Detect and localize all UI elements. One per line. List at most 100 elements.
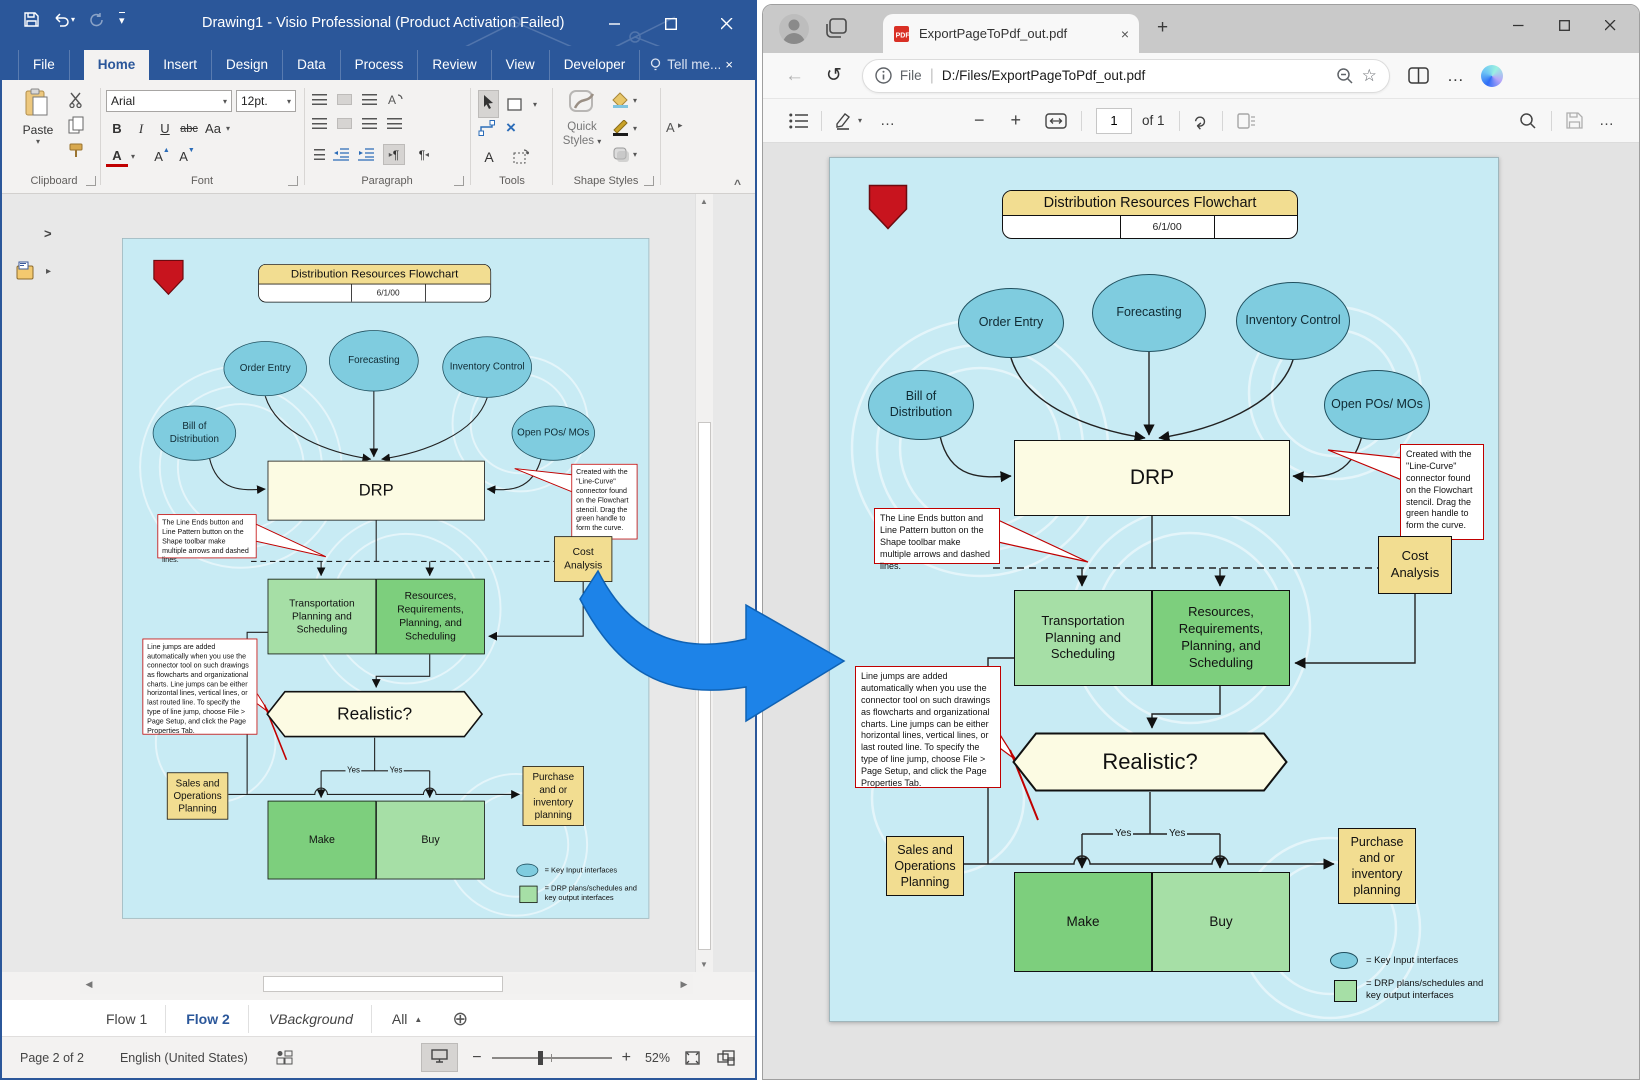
connector-tool-icon[interactable] [478,120,496,136]
quick-styles-button[interactable]: Quick Styles ▾ [556,88,608,149]
zoom-in-button[interactable]: + [622,1049,631,1067]
refresh-button[interactable]: ↻ [826,64,842,87]
favorite-star-icon[interactable]: ☆ [1362,66,1377,86]
shape-styles-dialog-launcher-icon[interactable] [644,176,654,186]
pdf-search-icon[interactable] [1519,112,1537,130]
flowchart-page[interactable]: Distribution Resources Flowchart 6/1/00 … [829,157,1499,1022]
profile-avatar[interactable] [779,14,809,44]
effects-button[interactable]: ▾ [612,146,637,162]
back-button[interactable]: ← [785,65,804,87]
undo-button[interactable]: ▾ [53,13,75,27]
font-dialog-launcher-icon[interactable] [288,176,298,186]
macro-record-icon[interactable] [276,1050,293,1065]
rectangle-tool-dropdown-icon[interactable]: ▾ [533,100,537,109]
expand-shapes-pane-icon[interactable]: > [44,226,52,241]
cut-icon[interactable] [68,92,86,108]
save-icon[interactable] [24,12,39,27]
font-size-dropdown-icon[interactable]: ▾ [287,97,291,106]
undo-dropdown-icon[interactable]: ▾ [71,15,75,24]
settings-menu-icon[interactable]: … [1447,66,1465,86]
page-tab-flow1[interactable]: Flow 1 [88,1005,166,1033]
split-screen-icon[interactable] [1408,67,1429,85]
toc-icon[interactable] [789,113,809,129]
paste-dropdown-icon[interactable]: ▾ [16,137,60,146]
increase-indent-icon[interactable] [358,148,375,161]
text-tool-button[interactable]: A [478,146,500,167]
change-case-button[interactable]: Aa [202,118,224,139]
clipboard-dialog-launcher-icon[interactable] [86,176,96,186]
page-number-input[interactable] [1096,108,1132,134]
pdf-menu-icon[interactable]: … [1599,112,1615,129]
page-view-icon[interactable] [1237,113,1256,129]
tab-data[interactable]: Data [283,50,341,80]
pdf-content-area[interactable]: Distribution Resources Flowchart 6/1/00 … [763,143,1639,1079]
minimize-button[interactable] [587,2,643,46]
zoom-page-icon[interactable] [1336,67,1354,85]
underline-button[interactable]: U [154,118,176,139]
highlight-pen-icon[interactable] [834,112,852,130]
stencil-expand-icon[interactable]: ▸ [46,266,51,277]
italic-button[interactable]: I [130,118,152,139]
pdf-more-tools-icon[interactable]: … [880,112,896,129]
paragraph-dialog-launcher-icon[interactable] [454,176,464,186]
bold-button[interactable]: B [106,118,128,139]
scroll-left-icon[interactable]: ◀ [80,979,98,990]
rotate-page-icon[interactable]: ↻ [1188,109,1212,133]
tab-process[interactable]: Process [341,50,419,80]
all-pages-button[interactable]: All ▲ [374,1005,440,1033]
scroll-right-icon[interactable]: ▶ [675,979,693,990]
change-case-dropdown-icon[interactable]: ▾ [226,124,230,133]
collapse-ribbon-icon[interactable]: ^ [734,177,741,191]
pen-dropdown-icon[interactable]: ▾ [858,116,862,125]
scroll-up-icon[interactable]: ▲ [700,197,708,206]
edge-minimize-button[interactable] [1495,5,1541,45]
font-name-dropdown-icon[interactable]: ▾ [223,97,227,106]
tab-developer[interactable]: Developer [550,50,641,80]
format-painter-icon[interactable] [68,142,86,160]
edge-close-button[interactable] [1587,5,1633,45]
rectangle-tool-icon[interactable] [507,97,525,112]
align-top-button[interactable] [312,94,327,105]
customize-qat-icon[interactable]: ▾ [119,12,125,27]
tab-file[interactable]: File [18,50,70,80]
shrink-font-button[interactable]: A▼ [176,146,198,167]
site-info-icon[interactable] [875,67,892,84]
horizontal-scroll-thumb[interactable] [263,976,503,992]
url-text[interactable]: D:/Files/ExportPageToPdf_out.pdf [942,68,1328,83]
align-middle-button[interactable] [337,94,352,105]
grow-font-button[interactable]: A▲ [151,146,173,167]
tell-me-box[interactable]: Tell me... [640,50,731,80]
fit-width-icon[interactable] [1045,113,1067,129]
pdf-save-icon[interactable] [1566,112,1583,129]
maximize-button[interactable] [643,2,699,46]
text-rotate-icon[interactable]: A [387,92,403,106]
zoom-out-button[interactable]: − [472,1049,481,1067]
tab-insert[interactable]: Insert [149,50,212,80]
align-right-button[interactable] [362,118,377,129]
document-close-icon[interactable]: × [725,57,733,72]
pdf-page[interactable]: Distribution Resources Flowchart 6/1/00 … [829,157,1499,1022]
close-button[interactable] [699,2,755,46]
browser-tab-active[interactable]: PDF ExportPageToPdf_out.pdf × [883,14,1139,53]
pointer-tool-button[interactable] [478,90,499,118]
align-left-button[interactable] [312,118,327,129]
fill-button[interactable]: ▾ [612,92,637,108]
fit-page-icon[interactable] [684,1050,701,1066]
redo-icon[interactable] [89,12,105,27]
font-name-combobox[interactable]: Arial ▾ [106,90,232,112]
justify-button[interactable] [387,118,402,129]
insert-page-button[interactable]: ⊕ [452,1008,468,1031]
zoom-slider[interactable] [492,1051,612,1065]
strikethrough-button[interactable]: abc [178,118,200,139]
tab-close-icon[interactable]: × [1121,26,1129,42]
tab-stack-icon[interactable] [825,18,849,40]
pdf-zoom-out-button[interactable]: − [974,110,985,131]
align-bottom-button[interactable] [362,94,377,105]
bullets-button[interactable] [312,149,325,160]
transform-tool-icon[interactable] [512,149,529,165]
edge-maximize-button[interactable] [1541,5,1587,45]
status-page-indicator[interactable]: Page 2 of 2 [20,1051,84,1065]
decrease-indent-icon[interactable] [333,148,350,161]
copilot-icon[interactable] [1481,65,1503,87]
tab-design[interactable]: Design [212,50,283,80]
